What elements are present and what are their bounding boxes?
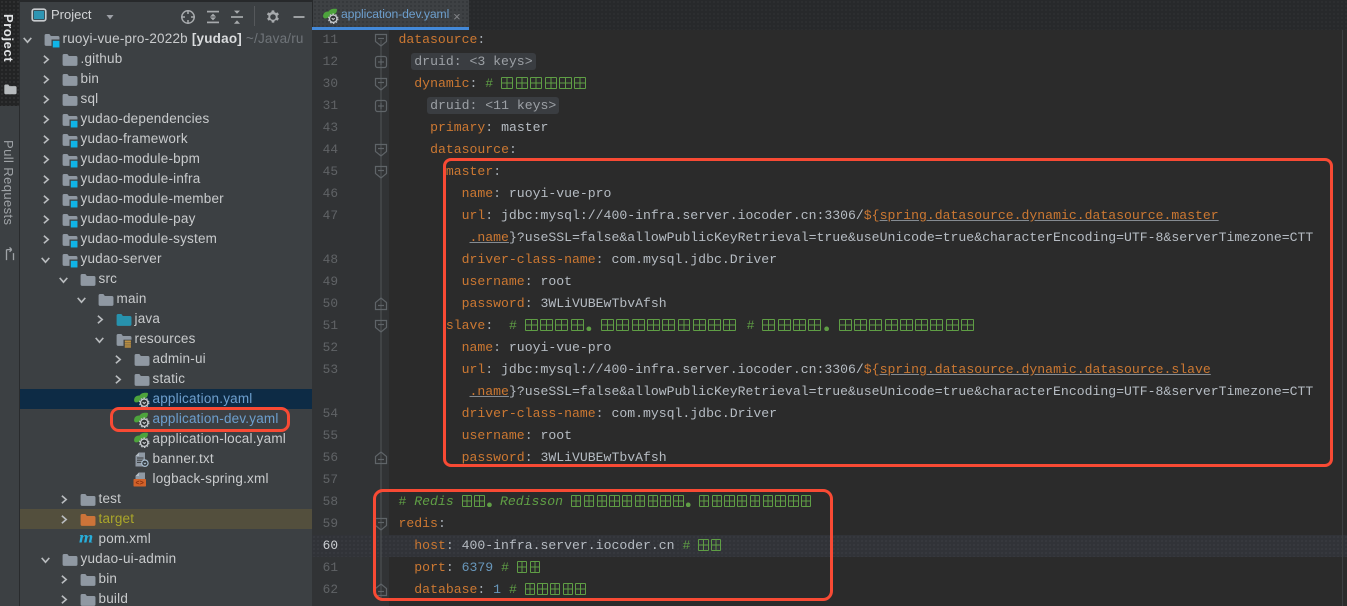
svg-text:<>: <> [135,480,143,488]
svg-text:m: m [79,531,93,546]
